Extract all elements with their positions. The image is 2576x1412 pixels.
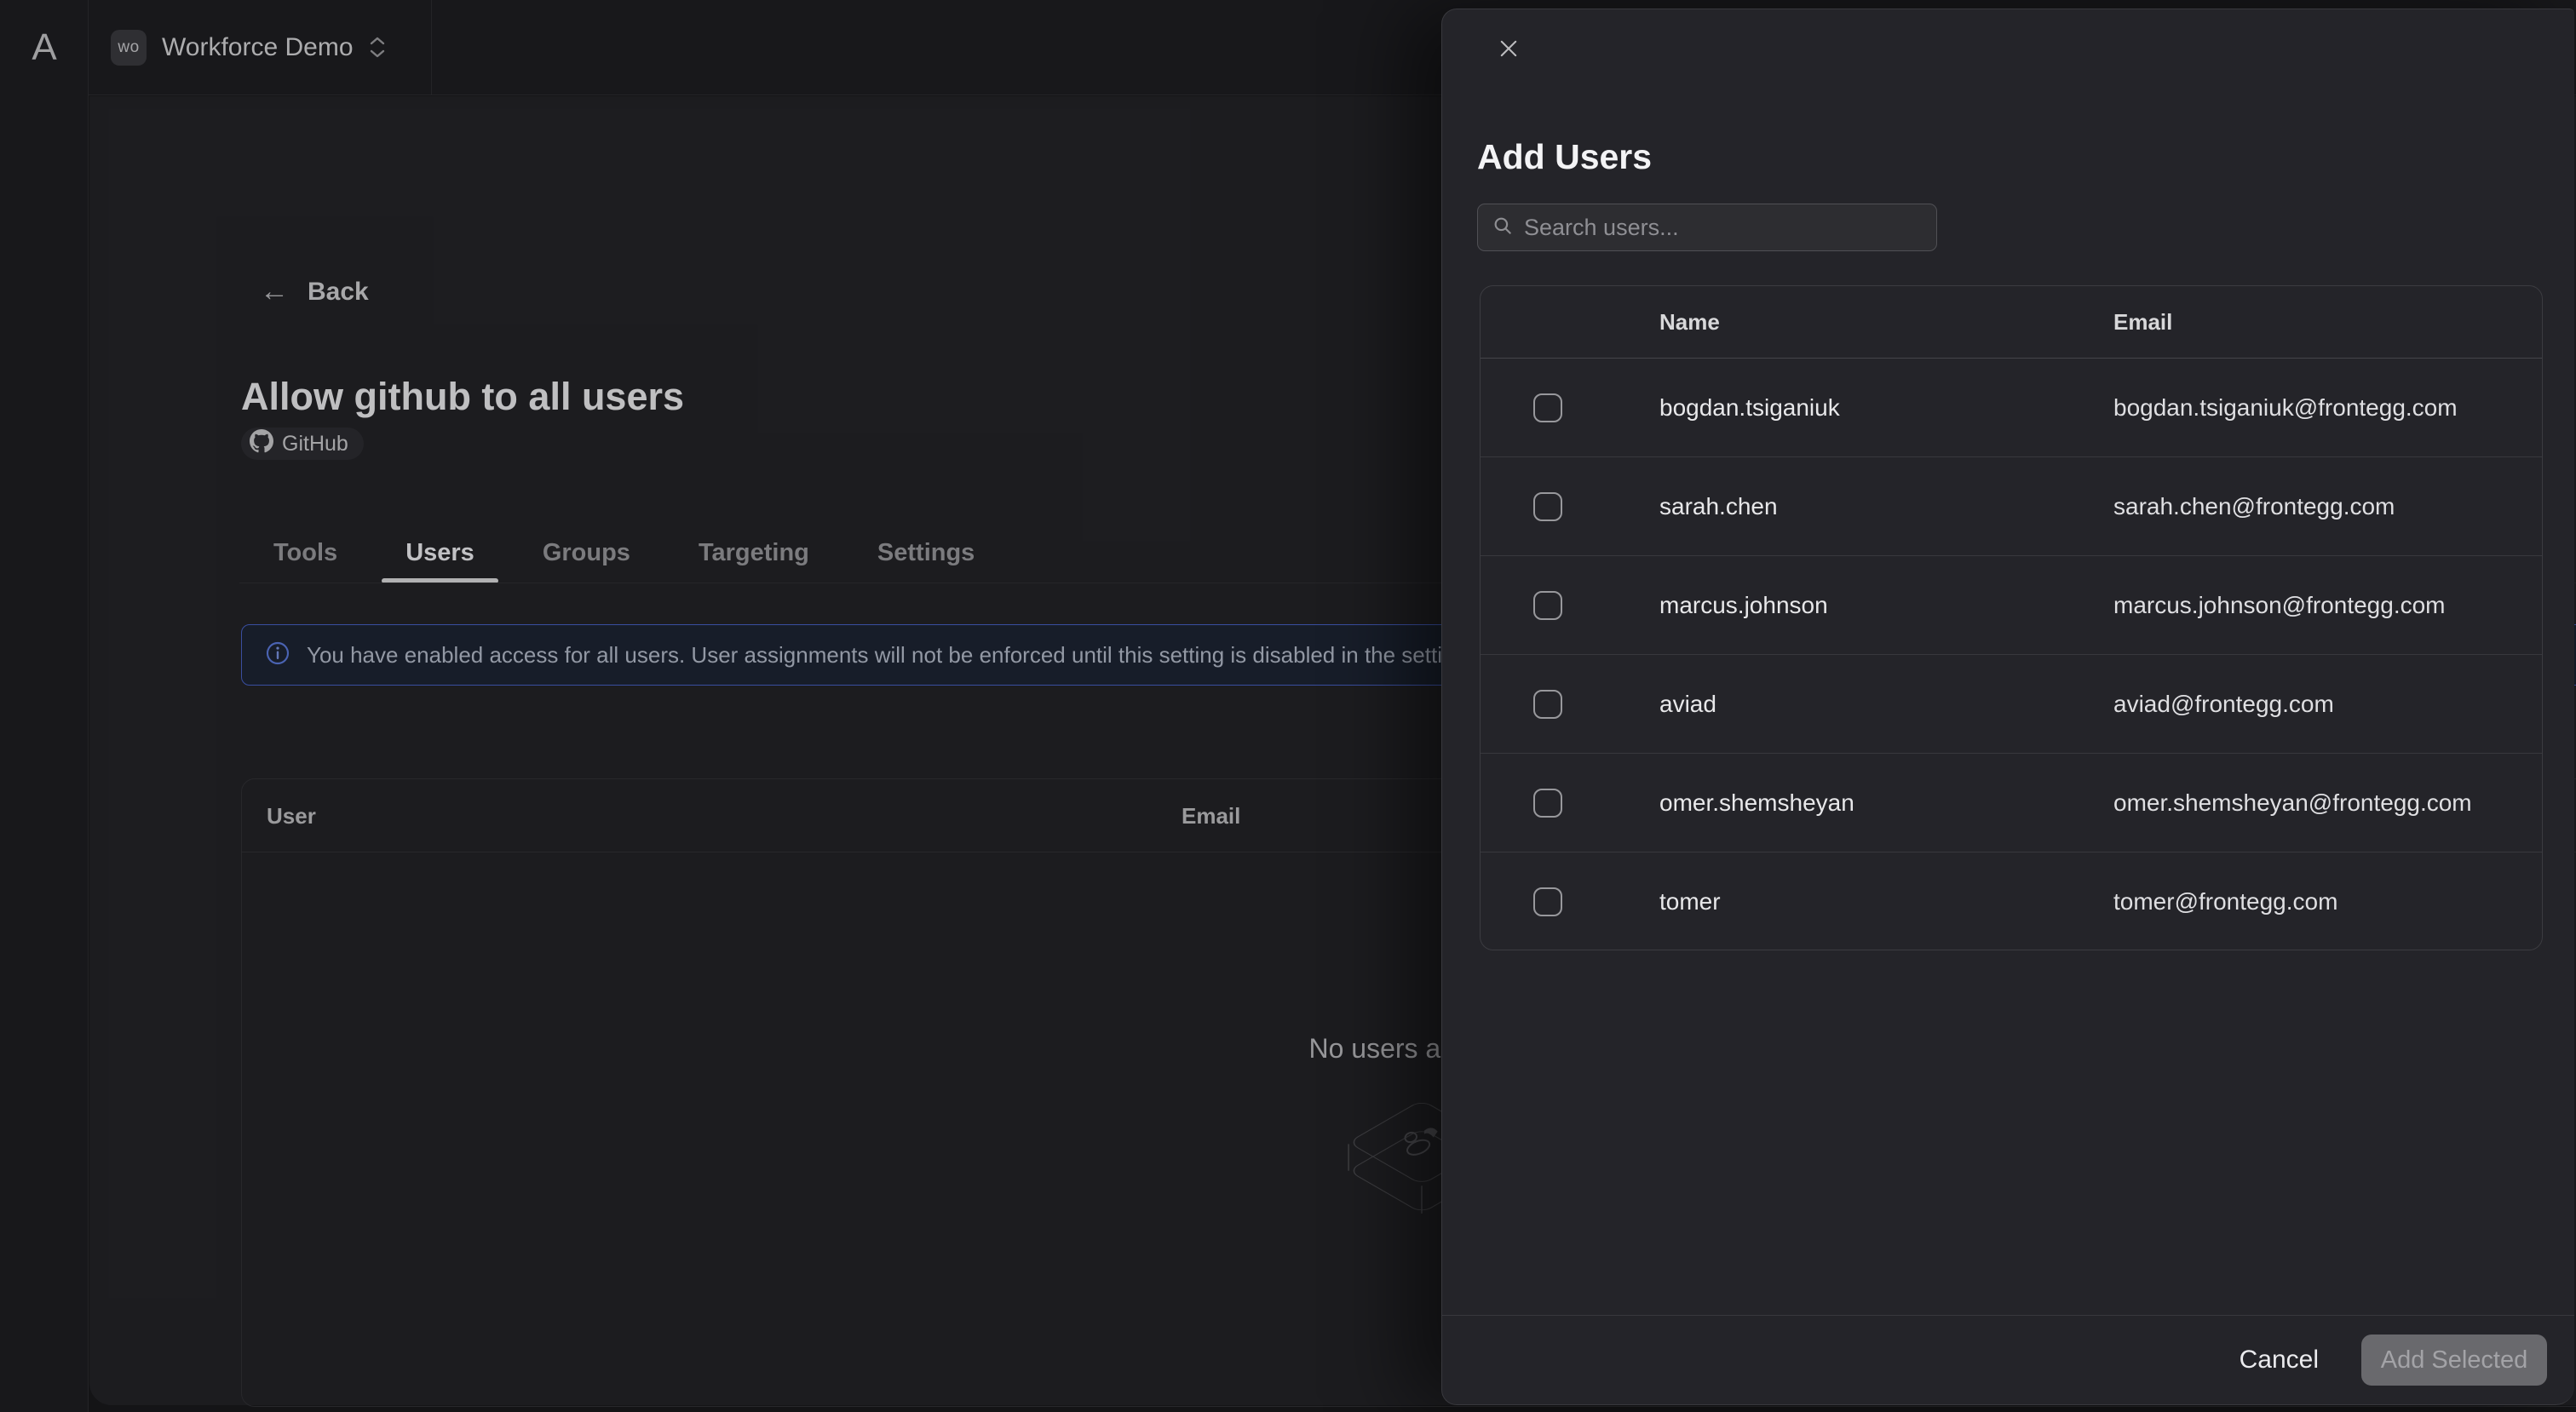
user-name: bogdan.tsiganiuk	[1659, 359, 1840, 457]
add-users-table-header: Name Email	[1481, 286, 2542, 359]
user-checkbox[interactable]	[1533, 789, 1562, 818]
user-row: bogdan.tsiganiuk bogdan.tsiganiuk@fronte…	[1481, 359, 2542, 457]
user-row: sarah.chen sarah.chen@frontegg.com	[1481, 457, 2542, 556]
column-header-name: Name	[1659, 286, 1720, 359]
user-email: aviad@frontegg.com	[2113, 655, 2334, 754]
user-row: omer.shemsheyan omer.shemsheyan@frontegg…	[1481, 754, 2542, 852]
drawer-title: Add Users	[1477, 137, 1652, 177]
search-box	[1477, 204, 1937, 251]
user-email: sarah.chen@frontegg.com	[2113, 457, 2395, 556]
user-row: tomer tomer@frontegg.com	[1481, 852, 2542, 951]
user-checkbox[interactable]	[1533, 591, 1562, 620]
user-name: omer.shemsheyan	[1659, 754, 1854, 852]
search-input[interactable]	[1524, 204, 1936, 250]
column-header-email: Email	[2113, 286, 2172, 359]
cancel-button[interactable]: Cancel	[2240, 1346, 2319, 1375]
user-checkbox[interactable]	[1533, 492, 1562, 521]
add-selected-button[interactable]: Add Selected	[2361, 1335, 2547, 1386]
user-checkbox[interactable]	[1533, 690, 1562, 719]
user-checkbox[interactable]	[1533, 393, 1562, 422]
user-row: marcus.johnson marcus.johnson@frontegg.c…	[1481, 556, 2542, 655]
user-email: marcus.johnson@frontegg.com	[2113, 556, 2446, 655]
close-button[interactable]	[1490, 32, 1527, 69]
user-email: bogdan.tsiganiuk@frontegg.com	[2113, 359, 2458, 457]
drawer-footer: Cancel Add Selected	[1442, 1315, 2574, 1404]
user-name: aviad	[1659, 655, 1716, 754]
search-icon	[1492, 215, 1514, 241]
user-name: sarah.chen	[1659, 457, 1778, 556]
add-users-drawer: Add Users Name Email bogdan.tsiganiuk bo…	[1441, 9, 2574, 1405]
user-email: omer.shemsheyan@frontegg.com	[2113, 754, 2472, 852]
user-email: tomer@frontegg.com	[2113, 852, 2337, 951]
user-row: aviad aviad@frontegg.com	[1481, 655, 2542, 754]
add-users-table: Name Email bogdan.tsiganiuk bogdan.tsiga…	[1480, 285, 2543, 950]
user-name: marcus.johnson	[1659, 556, 1828, 655]
user-checkbox[interactable]	[1533, 887, 1562, 916]
app-window: wo Workforce Demo A	[0, 0, 2576, 1412]
close-icon	[1497, 37, 1521, 65]
user-name: tomer	[1659, 852, 1721, 951]
